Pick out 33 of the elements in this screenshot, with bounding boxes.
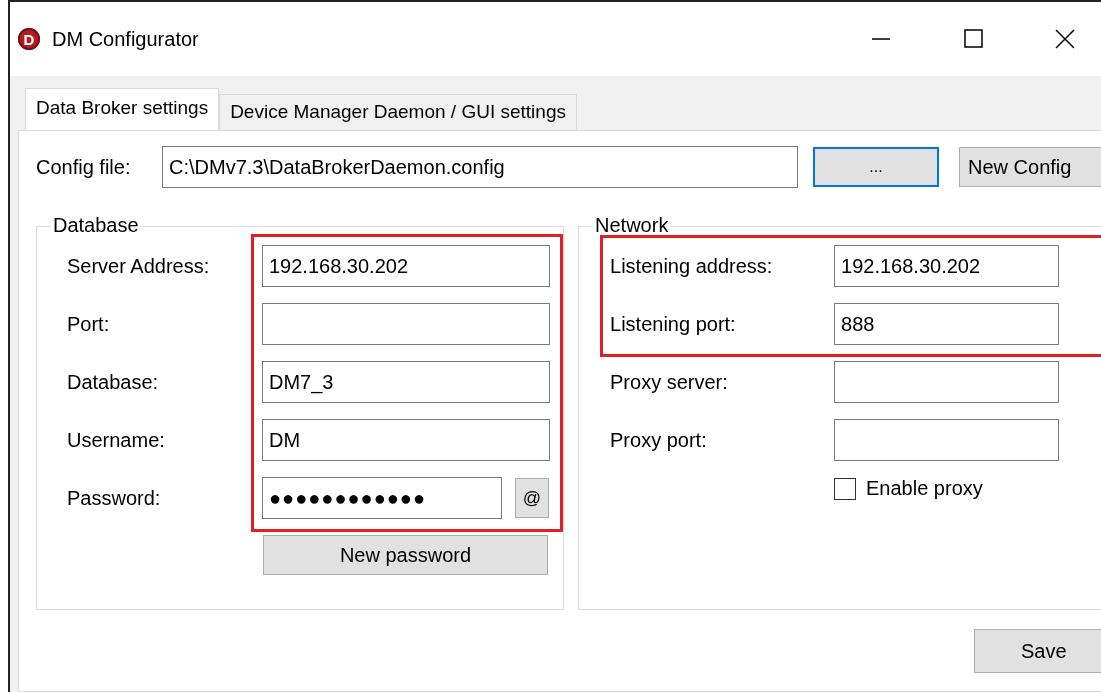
text-field[interactable] xyxy=(834,361,1060,403)
new-password-button[interactable]: New password xyxy=(263,535,548,575)
app-logo: D xyxy=(18,28,40,50)
save-button[interactable]: Save xyxy=(974,629,1101,673)
checkbox-label: Enable proxy xyxy=(866,477,983,500)
field-label: Password: xyxy=(67,486,162,510)
maximize-button[interactable] xyxy=(962,29,984,49)
new-config-button[interactable]: New Config xyxy=(959,147,1101,187)
tab[interactable]: Device Manager Daemon / GUI settings xyxy=(219,94,577,130)
text-field[interactable]: DM7_3 xyxy=(262,361,550,403)
field-label: Database: xyxy=(67,370,160,394)
text-field[interactable]: 192.168.30.202 xyxy=(262,245,550,287)
text-field[interactable]: DM xyxy=(262,419,550,461)
field-label: Proxy server: xyxy=(610,370,729,394)
text-field[interactable]: 192.168.30.202 xyxy=(834,245,1060,287)
text-field[interactable] xyxy=(834,419,1060,461)
close-button[interactable] xyxy=(1054,29,1076,49)
text-field[interactable] xyxy=(262,303,550,345)
field-label: Username: xyxy=(67,428,166,452)
field-label: Listening address: xyxy=(610,254,774,278)
field-label: Proxy port: xyxy=(610,428,708,452)
checkbox[interactable] xyxy=(834,477,857,500)
reveal-button[interactable]: @ xyxy=(515,478,549,518)
field-label: Listening port: xyxy=(610,312,737,336)
password-field[interactable]: ●●●●●●●●●●●● xyxy=(262,477,502,519)
field-label: Config file: xyxy=(36,155,132,179)
browse-button[interactable]: ... xyxy=(813,147,939,187)
field-label: Server Address: xyxy=(67,254,211,278)
tab[interactable]: Data Broker settings xyxy=(25,88,220,130)
window-title: DM Configurator xyxy=(52,27,199,51)
config-file-field[interactable]: C:\DMv7.3\DataBrokerDaemon.config xyxy=(162,146,798,188)
field-label: Port: xyxy=(67,312,111,336)
text-field[interactable]: 888 xyxy=(834,303,1060,345)
